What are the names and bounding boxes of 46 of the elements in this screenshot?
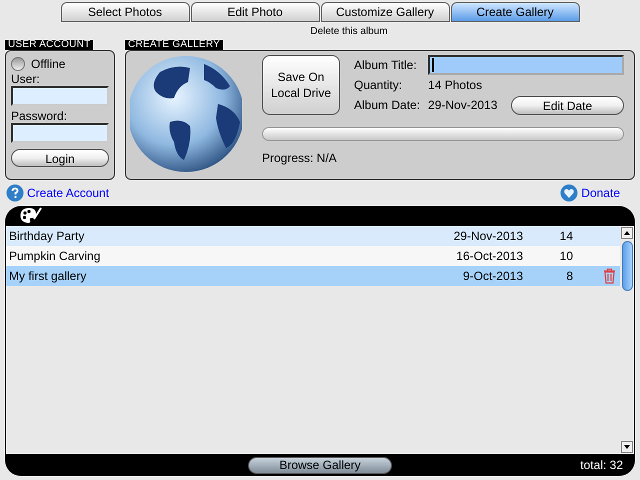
total-count: total: 32	[580, 457, 623, 474]
create-account-link[interactable]: Create Account	[6, 184, 110, 202]
scrollbar[interactable]	[620, 226, 634, 454]
gallery-date: 9-Oct-2013	[462, 268, 523, 285]
radio-button[interactable]	[11, 57, 25, 71]
help-icon	[6, 184, 24, 202]
input-field[interactable]	[11, 86, 109, 106]
gallery-name: Birthday Party	[9, 228, 86, 245]
quantity-value: 14 Photos	[428, 77, 484, 94]
browse-gallery-button[interactable]: Browse Gallery	[248, 456, 392, 474]
gallery-row[interactable]: Pumpkin Carving 16-Oct-2013 10	[6, 246, 620, 266]
album-title-field[interactable]	[428, 55, 624, 75]
field-label: User:	[11, 73, 41, 86]
field-label: Album Title:	[354, 57, 418, 74]
login-button[interactable]: Login	[11, 149, 109, 167]
donate-link[interactable]: Donate	[560, 184, 634, 202]
gallery-row[interactable]: Birthday Party 29-Nov-2013 14	[6, 226, 620, 246]
tab[interactable]: Edit Photo	[190, 2, 320, 22]
tab[interactable]: Create Gallery	[450, 2, 580, 22]
date-value: 29-Nov-2013	[428, 97, 498, 114]
tab[interactable]: Customize Gallery	[320, 2, 450, 22]
photo-count: 8	[565, 268, 573, 285]
gallery-date: 29-Nov-2013	[452, 228, 523, 245]
panel-title: CREATE GALLERY	[125, 40, 224, 50]
panel-title: USER ACCOUNT	[5, 40, 94, 50]
gallery-date: 16-Oct-2013	[455, 248, 523, 265]
scroll-down-icon[interactable]	[621, 441, 633, 453]
progress-text: Progress: N/A	[262, 150, 338, 167]
save-button[interactable]: Save On Local Drive	[262, 55, 340, 115]
hint-text: Delete this album	[310, 24, 388, 38]
edit-date-button[interactable]: Edit Date	[511, 96, 624, 114]
field-label: Album Date:	[354, 97, 420, 114]
photo-count: 10	[558, 248, 573, 265]
gallery-name: My first gallery	[9, 268, 88, 285]
gallery-name: Pumpkin Carving	[9, 248, 102, 265]
input-field[interactable]	[11, 123, 109, 143]
field-label: Quantity:	[354, 77, 404, 94]
scroll-up-icon[interactable]	[621, 227, 633, 239]
photo-count: 14	[558, 228, 573, 245]
text-cursor	[432, 58, 434, 72]
status-label: Offline	[31, 56, 66, 73]
gallery-row[interactable]: My first gallery 9-Oct-2013 8	[6, 266, 620, 286]
field-label: Password:	[11, 110, 68, 123]
tab[interactable]: Select Photos	[60, 2, 190, 22]
scroll-thumb[interactable]	[622, 241, 632, 291]
trash-icon[interactable]	[603, 268, 616, 284]
